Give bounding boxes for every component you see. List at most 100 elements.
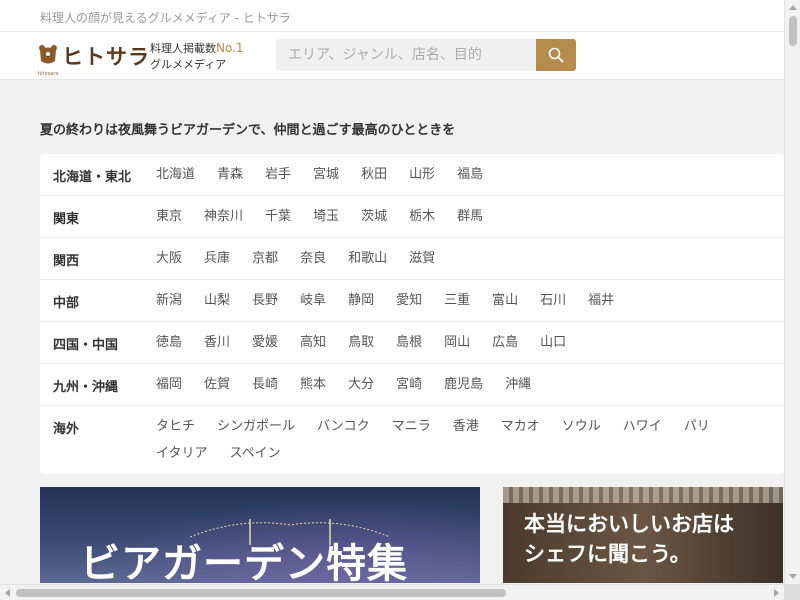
prefecture-link[interactable]: 富山 [492,292,518,309]
prefecture-link[interactable]: 三重 [444,292,470,309]
scroll-right-icon[interactable] [774,589,779,597]
prefecture-link[interactable]: シンガポール [217,418,295,435]
search-input[interactable] [276,39,536,71]
beer-garden-banner[interactable]: ビアガーデン特集 [40,487,480,583]
site-tagline: 料理人の顔が見えるグルメメディア - ヒトサラ [40,11,291,25]
prefecture-link[interactable]: 千葉 [265,208,291,225]
scroll-left-icon[interactable] [5,589,10,597]
prefecture-link[interactable]: 青森 [217,166,243,183]
horizontal-scrollbar[interactable] [0,584,784,600]
top-bar: 料理人の顔が見えるグルメメディア - ヒトサラ [0,0,784,32]
area-row: 海外 タヒチ シンガポール バンコク マニラ 香港 マカオ ソウル ハワイ パリイタリア スペイン [40,406,784,474]
prefecture-link[interactable]: 愛知 [396,292,422,309]
prefecture-link[interactable]: 香川 [204,334,230,351]
prefecture-link[interactable]: 長野 [252,292,278,309]
area-row: 関西 大阪 兵庫 京都 奈良 和歌山 滋賀 [40,238,784,280]
prefecture-link[interactable]: 神奈川 [204,208,243,225]
chef-banner[interactable]: 本当においしいお店は シェフに聞こう。 [503,487,783,583]
region-label[interactable]: 関西 [40,238,156,269]
prefecture-link[interactable]: 愛媛 [252,334,278,351]
prefecture-link[interactable]: 宮崎 [396,376,422,393]
area-list: 北海道・東北 北海道 青森 岩手 宮城 秋田 山形 福島関東 東京 神奈川 千葉 埼玉 茨城 栃木 群馬関西… [40,154,784,474]
prefecture-link[interactable]: タヒチ [156,418,195,435]
prefecture-link[interactable]: マカオ [501,418,540,435]
region-label[interactable]: 関東 [40,196,156,227]
scroll-up-icon[interactable] [789,5,797,10]
prefecture-link[interactable]: 宮城 [313,166,339,183]
scroll-down-icon[interactable] [789,574,797,579]
prefecture-link[interactable]: 京都 [252,250,278,267]
scroll-thumb[interactable] [789,16,797,46]
prefecture-link[interactable]: 岩手 [265,166,291,183]
prefecture-list: タヒチ シンガポール バンコク マニラ 香港 マカオ ソウル ハワイ パリイタリア スペイン [156,406,784,474]
prefecture-link[interactable]: 熊本 [300,376,326,393]
prefecture-link[interactable]: 福島 [457,166,483,183]
banner-background [503,487,783,503]
prefecture-link[interactable]: ハワイ [623,418,662,435]
prefecture-link[interactable]: 大阪 [156,250,182,267]
prefecture-link[interactable]: 和歌山 [348,250,387,267]
prefecture-link[interactable]: 福井 [588,292,614,309]
prefecture-link[interactable]: 佐賀 [204,376,230,393]
area-row: 関東 東京 神奈川 千葉 埼玉 茨城 栃木 群馬 [40,196,784,238]
prefecture-link[interactable]: 奈良 [300,250,326,267]
prefecture-link[interactable]: 徳島 [156,334,182,351]
prefecture-link[interactable]: 茨城 [361,208,387,225]
region-label[interactable]: 中部 [40,280,156,311]
prefecture-link[interactable]: スペイン [229,445,280,462]
prefecture-link[interactable]: 島根 [396,334,422,351]
prefecture-link[interactable]: 石川 [540,292,566,309]
region-label[interactable]: 海外 [40,406,156,437]
prefecture-link[interactable]: 高知 [300,334,326,351]
vertical-scrollbar[interactable] [784,0,800,584]
prefecture-link[interactable]: 山梨 [204,292,230,309]
prefecture-link[interactable]: ソウル [562,418,601,435]
prefecture-list: 福岡 佐賀 長崎 熊本 大分 宮崎 鹿児島 沖縄 [156,364,784,405]
prefecture-link[interactable]: 香港 [453,418,479,435]
area-row: 九州・沖縄 福岡 佐賀 長崎 熊本 大分 宮崎 鹿児島 沖縄 [40,364,784,406]
region-label[interactable]: 四国・中国 [40,322,156,353]
bear-logo-icon: hitosara [38,43,58,77]
prefecture-list: 大阪 兵庫 京都 奈良 和歌山 滋賀 [156,238,784,279]
prefecture-link[interactable]: 鳥取 [348,334,374,351]
prefecture-link[interactable]: 山形 [409,166,435,183]
prefecture-list: 東京 神奈川 千葉 埼玉 茨城 栃木 群馬 [156,196,784,237]
prefecture-link[interactable]: 兵庫 [204,250,230,267]
logo-subtext: hitosara [38,71,59,77]
prefecture-link[interactable]: 新潟 [156,292,182,309]
area-row: 四国・中国 徳島 香川 愛媛 高知 鳥取 島根 岡山 広島 山口 [40,322,784,364]
prefecture-link[interactable]: 滋賀 [409,250,435,267]
banner-title: ビアガーデン特集 [80,541,408,583]
prefecture-link[interactable]: 長崎 [252,376,278,393]
prefecture-link[interactable]: 秋田 [361,166,387,183]
prefecture-list: 北海道 青森 岩手 宮城 秋田 山形 福島 [156,154,784,195]
region-label[interactable]: 北海道・東北 [40,154,156,185]
prefecture-link[interactable]: バンコク [317,418,370,435]
prefecture-link[interactable]: 岡山 [444,334,470,351]
area-row: 北海道・東北 北海道 青森 岩手 宮城 秋田 山形 福島 [40,154,784,196]
prefecture-link[interactable]: 東京 [156,208,182,225]
prefecture-link[interactable]: 静岡 [348,292,374,309]
site-logo[interactable]: hitosara ヒトサラ [38,41,150,77]
prefecture-link[interactable]: 埼玉 [313,208,339,225]
prefecture-link[interactable]: 山口 [540,334,566,351]
area-row: 中部 新潟 山梨 長野 岐阜 静岡 愛知 三重 富山 石川 福井 [40,280,784,322]
prefecture-link[interactable]: 岐阜 [300,292,326,309]
prefecture-link[interactable]: パリ [684,418,710,435]
prefecture-link[interactable]: イタリア [156,445,207,462]
prefecture-link[interactable]: 群馬 [457,208,483,225]
prefecture-link[interactable]: 広島 [492,334,518,351]
search-button[interactable] [536,39,576,71]
page-headline[interactable]: 夏の終わりは夜風舞うビアガーデンで、仲間と過ごす最高のひとときを [40,119,455,138]
scroll-thumb[interactable] [16,589,506,597]
prefecture-link[interactable]: 福岡 [156,376,182,393]
prefecture-list: 徳島 香川 愛媛 高知 鳥取 島根 岡山 広島 山口 [156,322,784,363]
prefecture-link[interactable]: 栃木 [409,208,435,225]
prefecture-link[interactable]: マニラ [392,418,431,435]
prefecture-link[interactable]: 沖縄 [505,376,531,393]
region-label[interactable]: 九州・沖縄 [40,364,156,395]
prefecture-link[interactable]: 大分 [348,376,374,393]
scrollbar-corner [784,584,800,600]
prefecture-link[interactable]: 鹿児島 [444,376,483,393]
prefecture-link[interactable]: 北海道 [156,166,195,183]
